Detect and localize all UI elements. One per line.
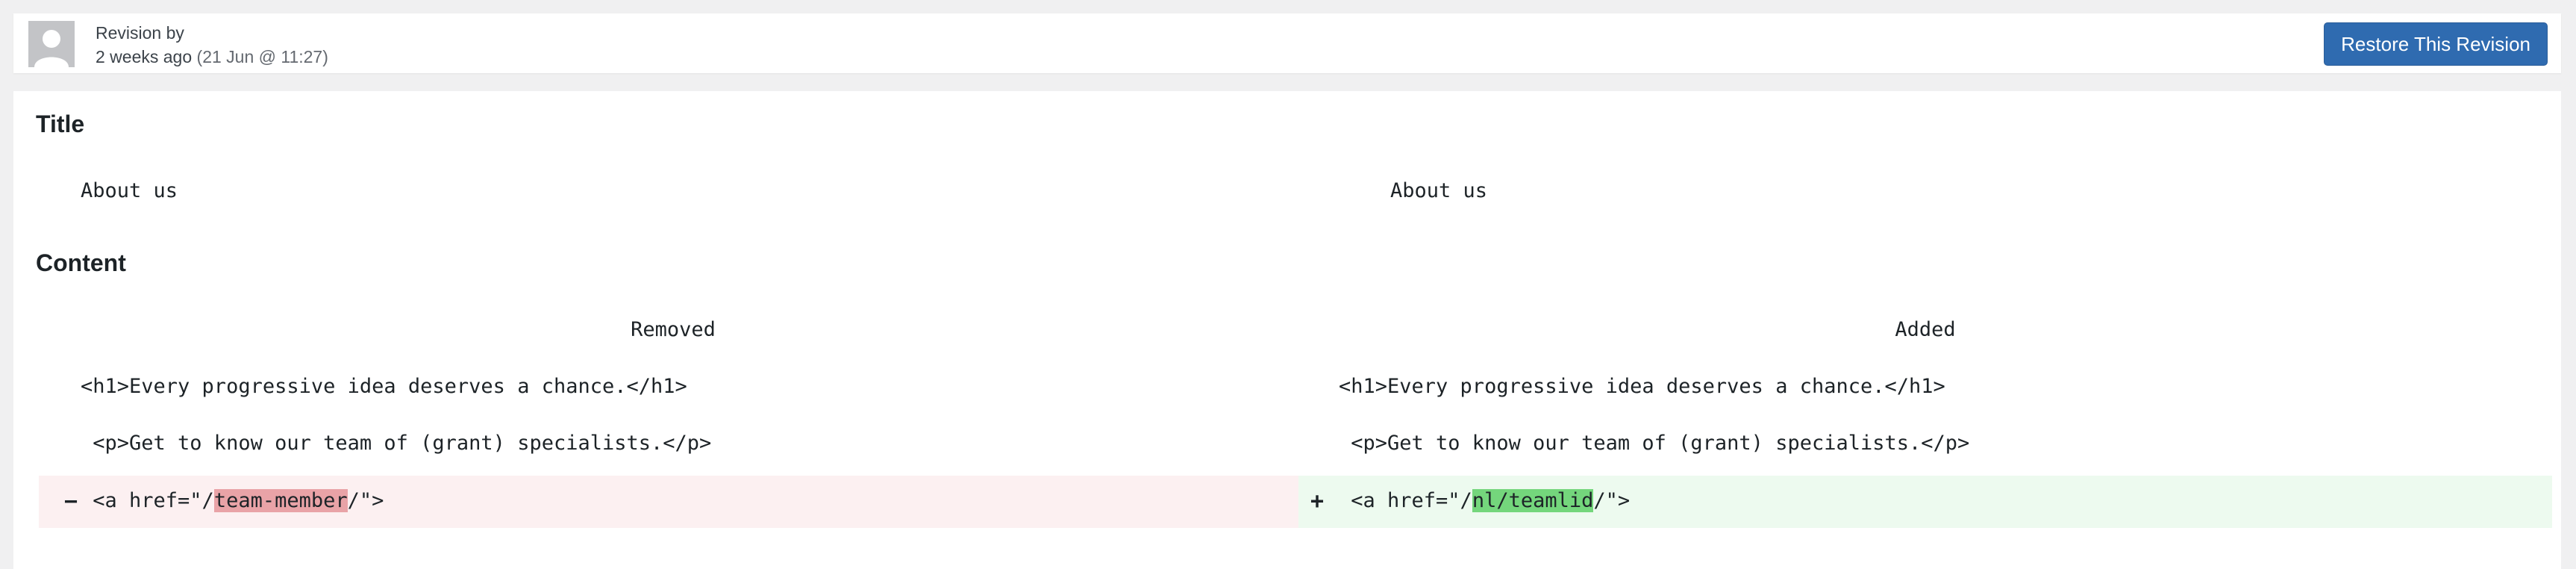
content-section-heading: Content [36,249,126,276]
diff-line-old: <h1>Every progressive idea deserves a ch… [81,375,687,398]
removed-column-header: Removed [631,318,716,341]
diff-line-new: <h1>Every progressive idea deserves a ch… [1339,375,1945,398]
diff-row-added: + <a href="/nl/teamlid/"> [1298,476,2552,528]
diff-line-new: <p>Get to know our team of (grant) speci… [1339,432,1970,455]
added-highlight: nl/teamlid [1472,489,1594,512]
removed-highlight: team-member [213,489,348,512]
revision-header: Revision by 2 weeks ago (21 Jun @ 11:27)… [13,13,2561,73]
removed-line-suffix: /"> [347,489,384,512]
added-line-prefix: <a href="/ [1339,489,1472,512]
added-line-suffix: /"> [1593,489,1631,512]
removed-line-text: <a href="/team-member/"> [81,489,384,512]
avatar [28,21,75,67]
revision-time: 2 weeks ago (21 Jun @ 11:27) [96,45,328,69]
added-column-header: Added [1895,318,1956,341]
diff-row-removed: − <a href="/team-member/"> [39,476,1307,528]
revision-by-label: Revision by [96,23,184,43]
diff-line-old: <p>Get to know our team of (grant) speci… [81,432,712,455]
title-new-value: About us [1390,179,1488,202]
title-old-value: About us [81,179,178,202]
user-icon [28,21,75,67]
removed-marker-icon: − [64,488,78,514]
added-line-text: <a href="/nl/teamlid/"> [1339,489,1630,512]
removed-line-prefix: <a href="/ [81,489,214,512]
added-marker-icon: + [1310,488,1325,514]
restore-revision-button[interactable]: Restore This Revision [2324,22,2548,66]
revision-meta: Revision by 2 weeks ago (21 Jun @ 11:27) [96,21,328,69]
revision-date: (21 Jun @ 11:27) [196,47,328,66]
revision-time-ago: 2 weeks ago [96,47,193,66]
revision-diff-panel: Title About us About us Content Removed … [13,91,2561,569]
title-section-heading: Title [36,111,85,137]
